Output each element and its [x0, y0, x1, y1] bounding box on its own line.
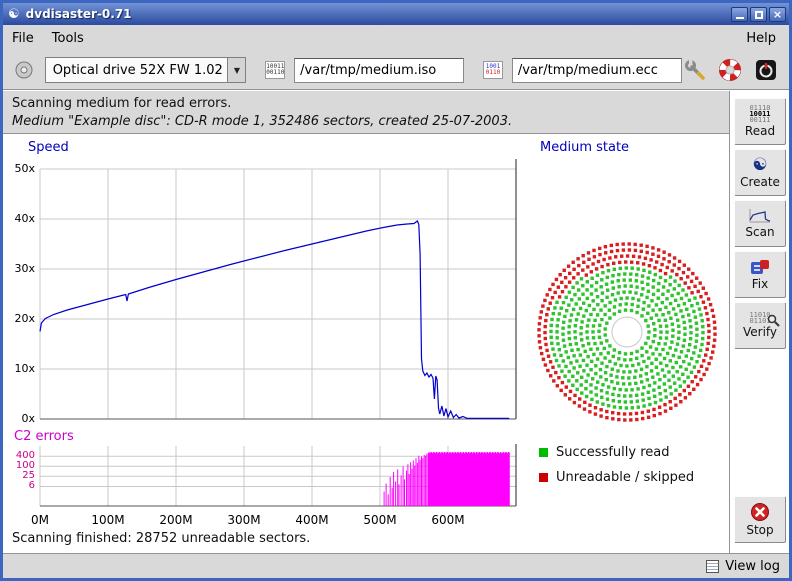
- chevron-down-icon: ▼: [227, 58, 245, 82]
- fix-button-label: Fix: [752, 277, 768, 291]
- app-window: ☯ dvdisaster-0.71 × File Tools Help Opti…: [0, 0, 792, 581]
- medium-state-disc: [530, 235, 724, 429]
- read-icon: 011101001100111: [749, 105, 770, 123]
- chart-panel: Speed 0x10x20x30x40x50x C2 errors 400100…: [3, 135, 729, 553]
- legend-label-unreadable: Unreadable / skipped: [556, 470, 694, 485]
- red-swatch: [539, 473, 548, 482]
- speed-y-tick: 10x: [8, 362, 35, 375]
- speed-y-tick: 20x: [8, 312, 35, 325]
- medium-state-title: Medium state: [540, 140, 629, 155]
- create-button-label: Create: [740, 175, 780, 189]
- menu-help[interactable]: Help: [737, 28, 785, 49]
- x-axis-tick: 600M: [423, 513, 473, 527]
- x-axis-tick: 0M: [15, 513, 65, 527]
- legend-item-read: Successfully read: [539, 440, 694, 465]
- minimize-icon: [736, 17, 744, 19]
- x-axis-tick: 500M: [355, 513, 405, 527]
- stop-button-label: Stop: [746, 523, 773, 537]
- window-controls: ×: [731, 7, 786, 22]
- preferences-button[interactable]: [682, 57, 708, 83]
- c2-errors-chart: 400100256: [8, 440, 520, 516]
- lifebuoy-logo-icon: [719, 59, 741, 81]
- ecc-path-input[interactable]: [512, 58, 682, 83]
- drive-icon-button[interactable]: [11, 57, 37, 83]
- yin-yang-icon: ☯: [752, 157, 767, 174]
- scan-button[interactable]: Scan: [734, 200, 786, 247]
- create-button[interactable]: ☯ Create: [734, 149, 786, 196]
- ecc-file-icon-button[interactable]: 10010110: [480, 57, 506, 83]
- scan-result-text: Scanning finished: 28752 unreadable sect…: [12, 531, 310, 546]
- iso-file-icon: 1001100110: [265, 61, 285, 79]
- speed-y-tick: 30x: [8, 262, 35, 275]
- legend-label-read: Successfully read: [556, 445, 669, 460]
- wrench-icon: [684, 59, 706, 81]
- app-icon: ☯: [8, 8, 20, 21]
- speed-chart-title: Speed: [28, 140, 69, 155]
- close-button[interactable]: ×: [769, 7, 786, 22]
- legend-item-unreadable: Unreadable / skipped: [539, 465, 694, 490]
- x-axis-tick: 200M: [151, 513, 201, 527]
- c2-y-tick: 6: [8, 480, 35, 491]
- maximize-button[interactable]: [750, 7, 767, 22]
- read-button[interactable]: 011101001100111 Read: [734, 98, 786, 145]
- status-line2: Medium "Example disc": CD-R mode 1, 3524…: [12, 113, 729, 131]
- footer-bar: View log: [3, 553, 789, 578]
- stop-icon: [750, 502, 770, 522]
- verify-button[interactable]: 1101001101 Verify: [734, 302, 786, 349]
- x-axis-tick: 300M: [219, 513, 269, 527]
- speed-y-tick: 50x: [8, 162, 35, 175]
- toolbar: Optical drive 52X FW 1.02 ▼ 1001100110 1…: [3, 51, 789, 89]
- titlebar[interactable]: ☯ dvdisaster-0.71 ×: [3, 3, 789, 25]
- green-swatch: [539, 448, 548, 457]
- iso-path-input[interactable]: [294, 58, 464, 83]
- ecc-file-icon: 10010110: [483, 61, 503, 79]
- status-line1: Scanning medium for read errors.: [12, 95, 729, 113]
- maximize-icon: [755, 11, 763, 19]
- stop-button[interactable]: Stop: [734, 496, 786, 543]
- menu-tools[interactable]: Tools: [43, 28, 93, 49]
- c2-errors-chart-svg: [8, 440, 520, 516]
- menubar: File Tools Help: [3, 25, 789, 51]
- quit-button[interactable]: [753, 57, 779, 83]
- x-axis-labels: 0M 100M 200M 300M 400M 500M 600M: [3, 513, 729, 529]
- action-sidebar: 011101001100111 Read ☯ Create Scan Fix: [729, 91, 789, 553]
- speed-y-tick: 40x: [8, 212, 35, 225]
- scan-graph-icon: [748, 208, 772, 224]
- verify-button-label: Verify: [743, 325, 777, 339]
- x-axis-tick: 400M: [287, 513, 337, 527]
- view-log-button[interactable]: View log: [706, 559, 780, 574]
- speed-chart-svg: [8, 157, 520, 433]
- read-button-label: Read: [745, 124, 775, 138]
- disc-icon: [14, 60, 34, 80]
- window-title: dvdisaster-0.71: [26, 7, 132, 21]
- scan-button-label: Scan: [745, 225, 774, 239]
- fix-puzzle-icon: [749, 258, 771, 276]
- fix-button[interactable]: Fix: [734, 251, 786, 298]
- minimize-button[interactable]: [731, 7, 748, 22]
- power-icon: [755, 59, 777, 81]
- view-log-label: View log: [725, 559, 780, 574]
- speed-y-tick: 0x: [8, 412, 35, 425]
- magnifier-icon: [767, 314, 780, 327]
- drive-selector-value: Optical drive 52X FW 1.02: [46, 63, 228, 78]
- about-button[interactable]: [718, 57, 744, 83]
- speed-chart: 0x 10x 20x 30x 40x 50x: [8, 157, 520, 433]
- iso-file-icon-button[interactable]: 1001100110: [262, 57, 288, 83]
- verify-icon: 1101001101: [749, 312, 770, 324]
- menu-file[interactable]: File: [3, 28, 43, 49]
- drive-selector[interactable]: Optical drive 52X FW 1.02 ▼: [45, 57, 247, 83]
- log-icon: [706, 560, 719, 573]
- x-axis-tick: 100M: [83, 513, 133, 527]
- status-area: Scanning medium for read errors. Medium …: [3, 91, 729, 133]
- close-icon: ×: [770, 8, 785, 21]
- medium-state-legend: Successfully read Unreadable / skipped: [539, 440, 694, 490]
